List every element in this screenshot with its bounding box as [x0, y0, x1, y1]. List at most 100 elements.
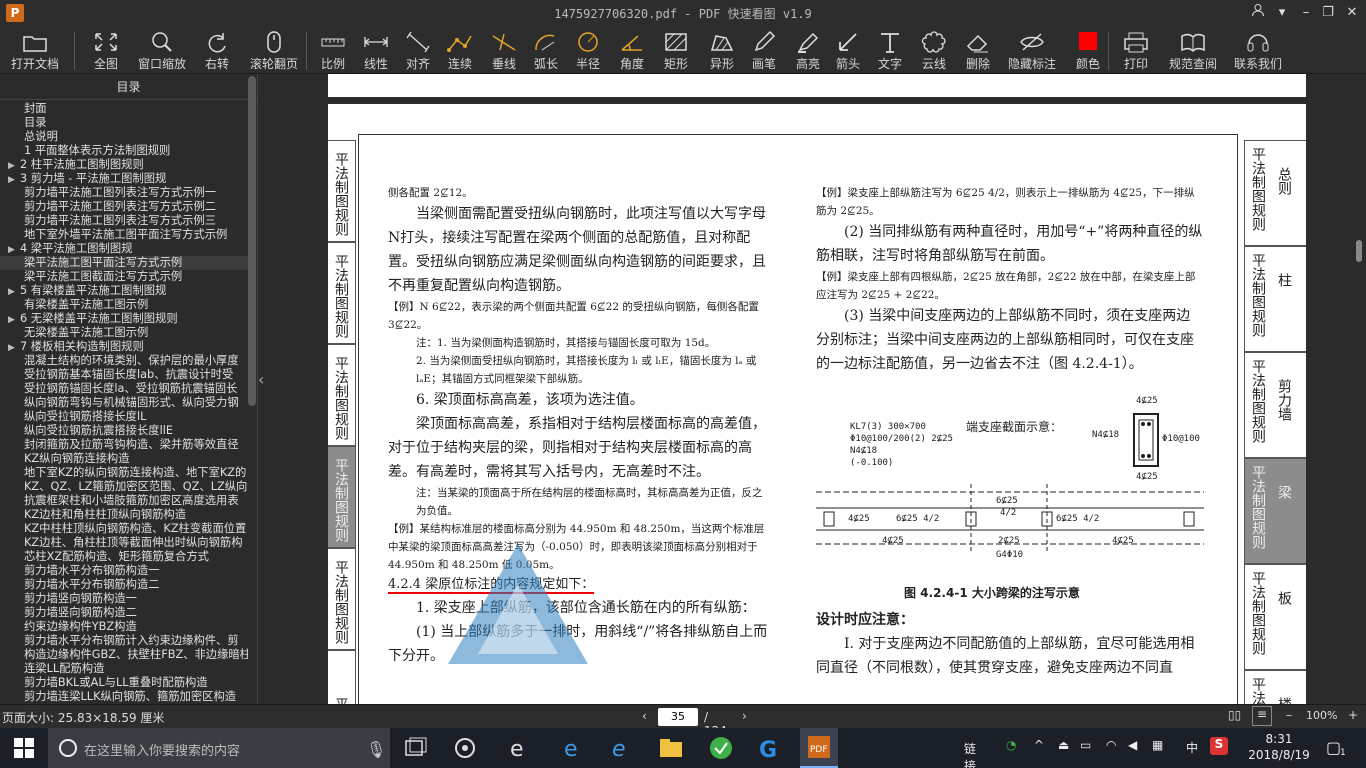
outline-item[interactable]: KZ中柱柱顶纵向钢筋构造、KZ柱变截面位置 — [0, 522, 248, 536]
toolbar-print-button[interactable]: 打印 — [1116, 26, 1156, 74]
internet-explorer-icon[interactable]: e — [606, 734, 636, 762]
expand-arrow-icon[interactable]: ▶ — [8, 341, 20, 354]
show-hidden-icons[interactable]: ^ — [1034, 738, 1044, 752]
document-scrollbar[interactable] — [1356, 240, 1362, 262]
outline-item[interactable]: 剪力墙水平分布钢筋构造二 — [0, 578, 248, 592]
toolbar-hl-button[interactable]: 高亮 — [788, 26, 828, 74]
outline-item[interactable]: ▶ 7 楼板相关构造制图规则 — [0, 340, 248, 354]
outline-item[interactable]: 受拉钢筋锚固长度la、受拉钢筋抗震锚固长 — [0, 382, 248, 396]
toolbar-spec-button[interactable]: 规范查阅 — [1162, 26, 1224, 74]
continuous-page-icon[interactable]: ≡ — [1252, 706, 1272, 726]
outline-item[interactable]: 总说明 — [0, 130, 248, 144]
toolbar-radius-button[interactable]: 半径 — [568, 26, 608, 74]
minimize-button[interactable]: – — [1294, 3, 1318, 23]
outline-item[interactable]: 纵向受拉钢筋抗震搭接长度llE — [0, 424, 248, 438]
outline-item[interactable]: 剪力墙竖向钢筋构造一 — [0, 592, 248, 606]
outline-item[interactable]: 封闭箍筋及拉筋弯钩构造、梁并筋等效直径 — [0, 438, 248, 452]
outline-item[interactable]: KZ边柱和角柱柱顶纵向钢筋构造 — [0, 508, 248, 522]
toolbar-scale-button[interactable]: 比例 — [314, 26, 352, 74]
toolbar-contact-button[interactable]: 联系我们 — [1228, 26, 1288, 74]
toolbar-winzoom-button[interactable]: 窗口缩放 — [136, 26, 188, 74]
menu-dropdown-icon[interactable]: ▾ — [1270, 3, 1294, 23]
360-browser-icon[interactable] — [706, 734, 736, 762]
taskbar-search[interactable]: 在这里输入你要搜索的内容 🎙︎ — [48, 728, 390, 768]
network-icon[interactable]: ◠ — [1106, 738, 1116, 752]
prev-page-button[interactable]: ‹ — [642, 709, 647, 723]
toolbar-hide-button[interactable]: 隐藏标注 — [1000, 26, 1064, 74]
outline-item[interactable]: 连梁LL配筋构造 — [0, 662, 248, 676]
outline-item[interactable]: ▶ 2 柱平法施工图制图规则 — [0, 158, 248, 172]
chrome-g-icon[interactable]: G — [754, 734, 784, 763]
toolbar-perp-button[interactable]: 垂线 — [484, 26, 524, 74]
outline-item[interactable]: 剪力墙水平分布钢筋构造一 — [0, 564, 248, 578]
outline-item[interactable]: 构造边缘构件GBZ、扶壁柱FBZ、非边缘暗柱 — [0, 648, 248, 662]
outline-item[interactable]: KZ纵向钢筋连接构造 — [0, 452, 248, 466]
close-button[interactable]: ✕ — [1340, 3, 1364, 23]
outline-item[interactable]: 地下室外墙平法施工图平面注写方式示例 — [0, 228, 248, 242]
notification-bell-icon[interactable]: ⏏ — [1058, 738, 1069, 752]
expand-arrow-icon[interactable]: ▶ — [8, 285, 20, 298]
pinwheel-app-icon[interactable] — [450, 734, 480, 762]
outline-item[interactable]: ▶ 5 有梁楼盖平法施工图制图规 — [0, 284, 248, 298]
toolbar-pen-button[interactable]: 画笔 — [744, 26, 784, 74]
microphone-icon[interactable]: 🎙︎ — [366, 740, 386, 759]
toolbar-open-button[interactable]: 打开文档 — [8, 26, 62, 74]
windows-start-icon[interactable] — [14, 738, 34, 758]
tray-link-label[interactable]: 链接 — [964, 740, 976, 768]
toolbar-linear-button[interactable]: 线性 — [356, 26, 396, 74]
expand-arrow-icon[interactable]: ▶ — [8, 313, 20, 326]
outline-item[interactable]: 封面 — [0, 102, 248, 116]
toolbar-angle-button[interactable]: 角度 — [612, 26, 652, 74]
outline-item[interactable]: 受拉钢筋基本锚固长度lab、抗震设计时受 — [0, 368, 248, 382]
volume-icon[interactable]: ◀ — [1128, 738, 1137, 752]
outline-item[interactable]: ▶ 6 无梁楼盖平法施工图制图规则 — [0, 312, 248, 326]
outline-item[interactable]: ▶ 4 梁平法施工图制图规 — [0, 242, 248, 256]
toolbar-align-button[interactable]: 对齐 — [398, 26, 438, 74]
toolbar-cont-button[interactable]: 连续 — [440, 26, 480, 74]
wifi-icon[interactable]: ◔ — [1006, 738, 1016, 752]
toolbar-arc-button[interactable]: 弧长 — [526, 26, 566, 74]
outline-scrollbar[interactable] — [248, 76, 256, 406]
ime-indicator[interactable]: 中 — [1186, 739, 1198, 756]
outline-item[interactable]: 地下室KZ的纵向钢筋连接构造、地下室KZ的 — [0, 466, 248, 480]
task-view-icon[interactable] — [400, 734, 430, 762]
expand-arrow-icon[interactable]: ▶ — [8, 243, 20, 256]
toolbar-color-button[interactable]: 颜色 — [1066, 26, 1110, 74]
file-explorer-icon[interactable] — [656, 734, 686, 762]
zoom-in-button[interactable]: + — [1348, 708, 1358, 722]
keyboard-icon[interactable]: ▦ — [1152, 738, 1163, 752]
toolbar-fit-button[interactable]: 全图 — [86, 26, 126, 74]
toolbar-cloud-button[interactable]: 云线 — [914, 26, 954, 74]
battery-icon[interactable]: ▭ — [1080, 738, 1091, 752]
outline-item[interactable]: ▶ 3 剪力墙 - 平法施工图制图规 — [0, 172, 248, 186]
collapse-panel-icon[interactable]: ‹ — [258, 370, 264, 389]
toolbar-rotate-button[interactable]: 右转 — [198, 26, 236, 74]
expand-arrow-icon[interactable]: ▶ — [8, 159, 20, 172]
expand-arrow-icon[interactable]: ▶ — [8, 173, 20, 186]
outline-item[interactable]: 混凝土结构的环境类别、保护层的最小厚度 — [0, 354, 248, 368]
toolbar-text-button[interactable]: 文字 — [870, 26, 910, 74]
outline-item[interactable]: 剪力墙连梁LLK纵向钢筋、箍筋加密区构造 — [0, 690, 248, 704]
clock[interactable]: 8:31 2018/8/19 — [1248, 731, 1310, 763]
outline-item[interactable]: 剪力墙BKL或AL与LL重叠时配筋构造 — [0, 676, 248, 690]
outline-item[interactable]: 剪力墙平法施工图列表注写方式示例二 — [0, 200, 248, 214]
toolbar-del-button[interactable]: 删除 — [958, 26, 998, 74]
pdf-viewer-task-icon[interactable]: PDF — [800, 728, 838, 768]
outline-item[interactable]: 芯柱XZ配筋构造、矩形箍筋复合方式 — [0, 550, 248, 564]
outline-item[interactable]: 剪力墙平法施工图列表注写方式示例一 — [0, 186, 248, 200]
outline-item[interactable]: 纵向钢筋弯钩与机械锚固形式、纵向受力钢 — [0, 396, 248, 410]
action-center-icon[interactable]: ▢ — [1326, 738, 1341, 757]
outline-item[interactable]: 目录 — [0, 116, 248, 130]
outline-item[interactable]: 抗震框架柱和小墙肢箍筋加密区高度选用表 — [0, 494, 248, 508]
outline-item[interactable]: 约束边缘构件YBZ构造 — [0, 620, 248, 634]
outline-item[interactable]: 梁平法施工图平面注写方式示例 — [0, 256, 248, 270]
toolbar-arrow-button[interactable]: 箭头 — [828, 26, 868, 74]
outline-item[interactable]: 剪力墙水平分布钢筋计入约束边缘构件、剪 — [0, 634, 248, 648]
next-page-button[interactable]: › — [742, 709, 747, 723]
sogou-input-icon[interactable]: S — [1210, 737, 1228, 755]
zoom-out-button[interactable]: – — [1286, 708, 1292, 722]
toolbar-poly-button[interactable]: 异形 — [702, 26, 742, 74]
outline-item[interactable]: 梁平法施工图截面注写方式示例 — [0, 270, 248, 284]
zoom-level[interactable]: 100% — [1306, 709, 1337, 722]
ie-browser-icon[interactable]: e — [504, 734, 534, 762]
